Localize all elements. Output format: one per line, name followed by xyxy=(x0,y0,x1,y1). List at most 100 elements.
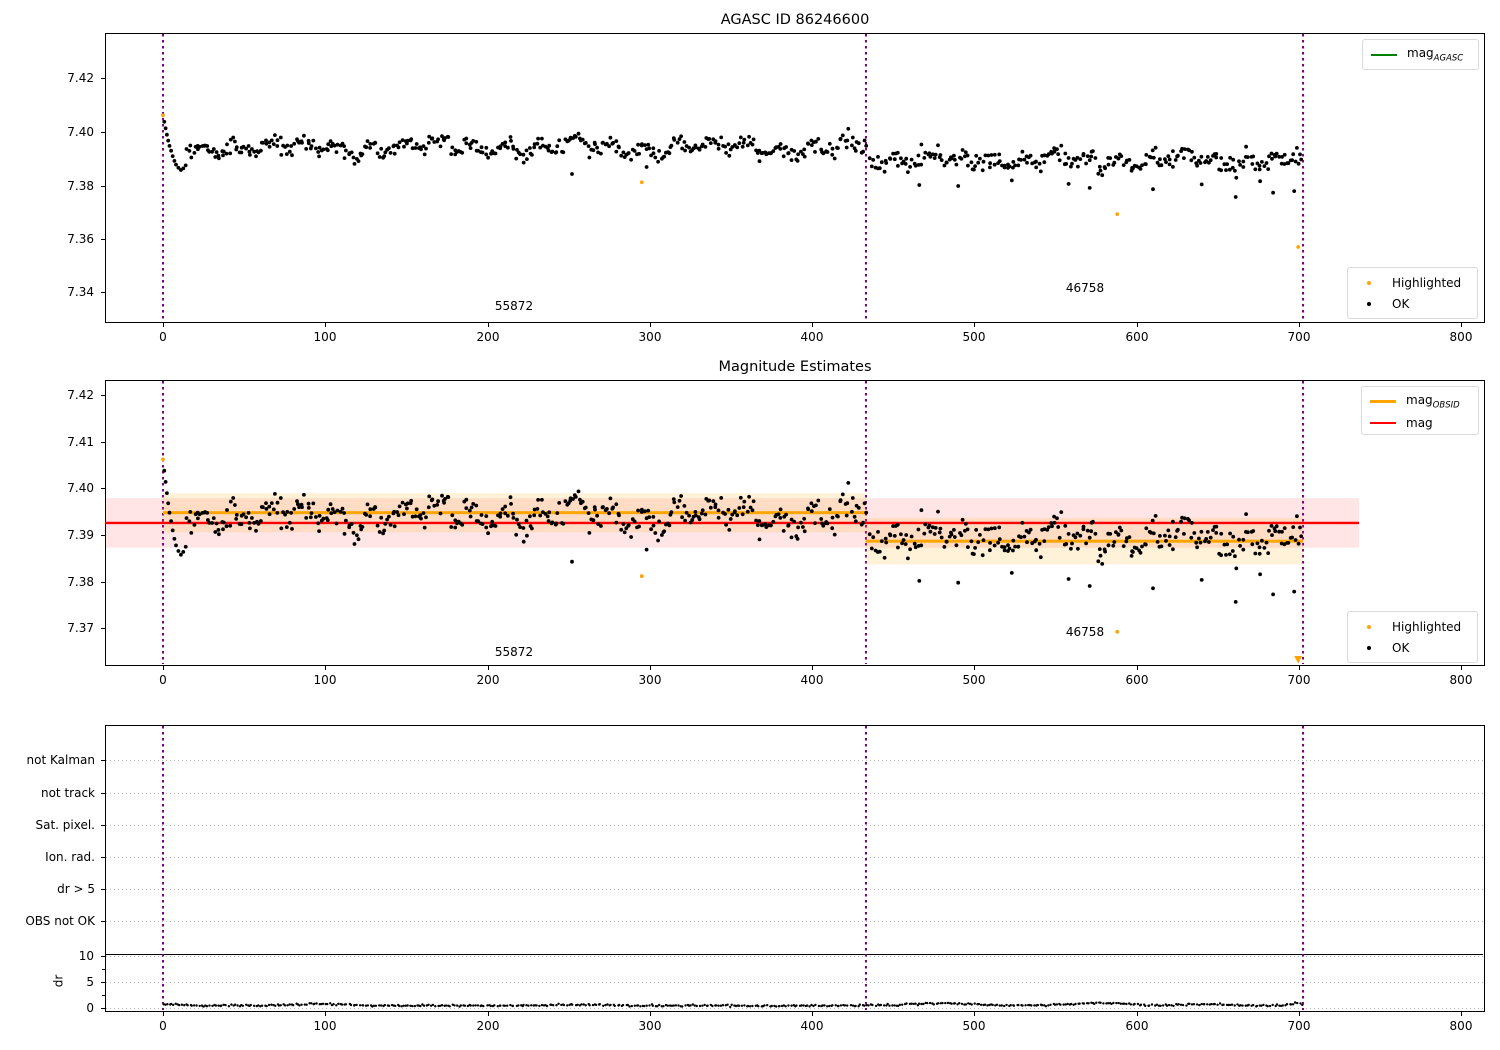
x-tick-mark xyxy=(325,666,326,670)
x-tick-mark xyxy=(1299,1012,1300,1016)
x-tick-label: 200 xyxy=(476,1019,500,1033)
legend-label: magOBSID xyxy=(1406,392,1460,411)
y-tick-mark xyxy=(101,582,105,583)
x-tick-mark xyxy=(325,323,326,327)
x-tick-mark xyxy=(488,323,489,327)
x-tick-label: 400 xyxy=(800,330,824,344)
obsid-annotation-55872: 55872 xyxy=(494,299,534,313)
y-tick-label: 7.38 xyxy=(67,575,94,589)
x-tick-mark xyxy=(163,323,164,327)
y-tick-mark xyxy=(101,442,105,443)
x-tick-label: 500 xyxy=(962,673,986,687)
x-tick-mark xyxy=(812,323,813,327)
y-minor-tick-mark xyxy=(102,995,105,996)
x-tick-mark xyxy=(1299,666,1300,670)
x-tick-label: 500 xyxy=(962,330,986,344)
x-tick-label: 200 xyxy=(476,330,500,344)
legend-mag-agasc: magAGASC xyxy=(1362,39,1479,70)
legend-label: Highlighted xyxy=(1392,619,1462,634)
x-tick-label: 500 xyxy=(962,1019,986,1033)
x-tick-label: 700 xyxy=(1287,673,1311,687)
y-tick-label: 7.39 xyxy=(67,528,94,542)
y-tick-label: 7.42 xyxy=(67,388,94,402)
ok-point-swatch xyxy=(1356,641,1382,655)
mag-agasc-line-swatch xyxy=(1371,53,1397,56)
dr-axis-label: dr xyxy=(51,974,66,988)
x-tick-mark xyxy=(1137,666,1138,670)
legend-label: magAGASC xyxy=(1407,45,1464,64)
x-tick-label: 0 xyxy=(159,1019,167,1033)
y-tick-mark xyxy=(101,921,105,922)
x-tick-mark xyxy=(974,666,975,670)
x-tick-mark xyxy=(974,323,975,327)
flag-label-not-track: not track xyxy=(40,786,95,800)
flag-label-sat-pixel: Sat. pixel. xyxy=(35,818,95,832)
x-tick-mark xyxy=(812,666,813,670)
obsid-annotation-46758: 46758 xyxy=(1065,625,1105,639)
middle-panel-scatter-layer xyxy=(105,457,1360,664)
flag-label-obs-not-ok: OBS not OK xyxy=(25,914,95,928)
legend-mag-lines: magOBSID mag xyxy=(1361,386,1479,435)
y-tick-mark xyxy=(101,793,105,794)
highlighted-point-swatch xyxy=(1356,620,1382,634)
flag-label-dr-gt-5: dr > 5 xyxy=(57,882,95,896)
y-tick-label: 7.34 xyxy=(67,285,94,299)
y-tick-label: 7.38 xyxy=(67,179,94,193)
x-tick-label: 700 xyxy=(1287,330,1311,344)
legend-points-top: Highlighted OK xyxy=(1347,267,1478,319)
x-tick-label: 100 xyxy=(313,330,337,344)
obsid-annotation-55872: 55872 xyxy=(494,645,534,659)
legend-label: mag xyxy=(1406,415,1433,430)
flag-label-not-kalman: not Kalman xyxy=(26,753,95,767)
dr-points xyxy=(162,1001,1304,1009)
y-tick-mark xyxy=(101,132,105,133)
dr-tick-label: 0 xyxy=(86,1001,94,1015)
x-tick-mark xyxy=(1137,323,1138,327)
x-tick-label: 800 xyxy=(1449,1019,1473,1033)
y-tick-mark xyxy=(101,395,105,396)
x-tick-mark xyxy=(1461,666,1462,670)
x-tick-label: 0 xyxy=(159,330,167,344)
dr-tick-label: 10 xyxy=(78,949,94,963)
legend-label: Highlighted xyxy=(1392,275,1462,290)
x-tick-mark xyxy=(650,323,651,327)
y-tick-mark xyxy=(101,857,105,858)
y-tick-label: 7.40 xyxy=(67,125,94,139)
dr-scatter-layer xyxy=(162,1001,1304,1009)
y-tick-mark xyxy=(101,956,105,957)
legend-label: OK xyxy=(1392,640,1410,655)
x-tick-mark xyxy=(488,1012,489,1016)
y-tick-mark xyxy=(101,535,105,536)
x-tick-label: 600 xyxy=(1125,673,1149,687)
top-panel-scatter-layer xyxy=(161,113,1304,249)
ok-points xyxy=(162,119,1304,199)
y-tick-label: 7.37 xyxy=(67,621,94,635)
y-tick-label: 7.40 xyxy=(67,481,94,495)
mag-line-swatch xyxy=(1370,421,1396,424)
x-tick-mark xyxy=(812,1012,813,1016)
x-tick-mark xyxy=(1461,1012,1462,1016)
middle-panel-title: Magnitude Estimates xyxy=(718,359,872,375)
y-tick-mark xyxy=(101,760,105,761)
y-tick-mark xyxy=(101,825,105,826)
x-tick-label: 300 xyxy=(638,1019,662,1033)
x-tick-mark xyxy=(974,1012,975,1016)
x-tick-label: 300 xyxy=(638,673,662,687)
x-tick-mark xyxy=(1461,323,1462,327)
y-tick-mark xyxy=(101,488,105,489)
y-tick-mark xyxy=(101,889,105,890)
figure: AGASC ID 86246600 Magnitude Estimates 7.… xyxy=(0,0,1500,1050)
y-tick-mark xyxy=(101,239,105,240)
x-tick-label: 0 xyxy=(159,673,167,687)
y-tick-mark xyxy=(101,186,105,187)
obsid-annotation-46758: 46758 xyxy=(1065,281,1105,295)
x-tick-label: 100 xyxy=(313,1019,337,1033)
x-tick-label: 400 xyxy=(800,1019,824,1033)
x-tick-label: 200 xyxy=(476,673,500,687)
y-minor-tick-mark xyxy=(102,969,105,970)
y-tick-label: 7.42 xyxy=(67,71,94,85)
y-tick-mark xyxy=(101,628,105,629)
legend-points-middle: Highlighted OK xyxy=(1347,611,1478,663)
x-tick-mark xyxy=(1299,323,1300,327)
x-tick-mark xyxy=(650,1012,651,1016)
